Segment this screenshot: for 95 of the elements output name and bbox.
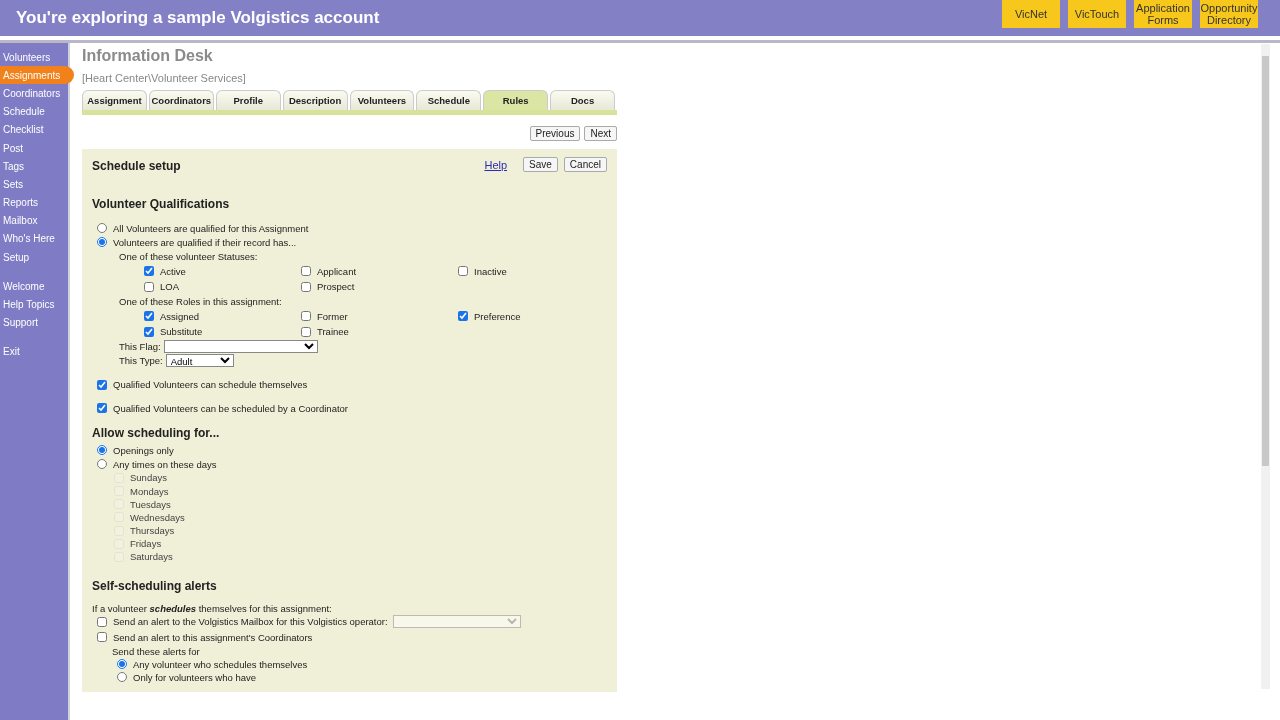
action-button[interactable]: Save <box>523 157 558 172</box>
checkbox[interactable] <box>144 326 154 337</box>
checkbox-label: Former <box>317 310 348 322</box>
sidebar-item[interactable]: Support <box>0 313 68 332</box>
sidebar-item[interactable]: Reports <box>0 193 68 212</box>
checkbox-label: Sundays <box>130 472 167 484</box>
checkbox-label: Preference <box>474 310 521 322</box>
tab[interactable]: Volunteers <box>349 90 415 110</box>
action-button[interactable]: Cancel <box>563 157 607 172</box>
scrollbar[interactable] <box>1261 44 1270 689</box>
checkbox-label: Tuesdays <box>130 498 171 510</box>
tab[interactable]: Profile <box>215 90 281 110</box>
nav-button[interactable]: Next <box>584 126 617 141</box>
header-title: You're exploring a sample Volgistics account <box>16 8 380 28</box>
dropdown[interactable] <box>163 339 318 353</box>
checkbox[interactable] <box>458 266 468 277</box>
tab[interactable]: Docs <box>550 90 615 110</box>
sidebar-item[interactable]: Schedule <box>0 102 68 121</box>
checkbox[interactable] <box>301 281 311 292</box>
checkbox[interactable] <box>97 403 107 414</box>
checkbox-label: Trainee <box>317 326 349 338</box>
breadcrumb: [Heart Center\Volunteer Services] <box>82 72 247 84</box>
field-label: This Type: <box>119 355 163 366</box>
checkbox[interactable] <box>97 379 107 390</box>
radio-button[interactable] <box>97 445 107 456</box>
sidebar-item[interactable]: Mailbox <box>0 211 68 230</box>
radio-label: Volunteers are qualified if their record has... <box>113 236 297 248</box>
checkbox-label: Applicant <box>317 265 357 277</box>
group-label: Send these alerts for <box>112 645 200 657</box>
checkbox-label: Qualified Volunteers can schedule themselves <box>113 379 308 391</box>
header-link[interactable]: VicTouch <box>1068 0 1126 28</box>
radio-label: Any volunteer who schedules themselves <box>133 658 308 670</box>
checkbox[interactable] <box>301 311 311 322</box>
header-link[interactable]: Opportunity Directory <box>1200 0 1258 28</box>
panel-title: Schedule setup <box>92 159 181 173</box>
radio-button[interactable] <box>97 459 107 470</box>
sidebar-item[interactable]: Exit <box>0 342 68 361</box>
checkbox-label: Fridays <box>130 538 162 550</box>
radio-label: Any times on these days <box>113 458 217 470</box>
nav-button[interactable]: Previous <box>529 126 581 141</box>
tab[interactable]: Description <box>282 90 348 110</box>
checkbox-label: Mondays <box>130 485 169 497</box>
checkbox[interactable] <box>301 326 311 337</box>
checkbox[interactable] <box>97 632 107 642</box>
checkbox-label: LOA <box>160 281 179 293</box>
checkbox[interactable] <box>144 311 154 322</box>
dropdown[interactable]: Adult <box>165 354 234 367</box>
checkbox-label: Send an alert to this assignment's Coordinators <box>113 631 313 643</box>
section-heading: Allow scheduling for... <box>92 426 221 441</box>
checkbox[interactable] <box>301 266 311 277</box>
sidebar-item[interactable]: Tags <box>0 157 68 176</box>
group-label: One of these volunteer Statuses: <box>119 250 258 262</box>
radio-label: Openings only <box>113 444 174 456</box>
sidebar-item[interactable]: Coordinators <box>0 84 68 103</box>
sidebar-item[interactable]: Volunteers <box>0 48 68 67</box>
checkbox[interactable] <box>458 311 468 322</box>
help-link[interactable]: Help <box>484 158 508 171</box>
checkbox-label: Active <box>160 265 186 277</box>
group-label: One of these Roles in this assignment: <box>119 295 282 307</box>
checkbox-label: Assigned <box>160 310 200 322</box>
instruction-text: If a volunteer schedules themselves for this assignment: <box>92 603 333 615</box>
sidebar-item[interactable]: Post <box>0 138 68 158</box>
checkbox[interactable] <box>97 616 107 627</box>
sidebar-item[interactable]: Welcome <box>0 277 68 296</box>
sidebar-item[interactable]: Setup <box>0 248 68 267</box>
radio-label: Only for volunteers who have <box>133 671 257 683</box>
tab[interactable]: Assignment <box>82 90 147 110</box>
page-title: Information Desk <box>82 47 214 65</box>
field-label: This Flag: <box>119 340 161 352</box>
sidebar-item[interactable]: Help Topics <box>0 295 68 314</box>
header-link[interactable]: VicNet <box>1002 0 1060 28</box>
checkbox-label: Substitute <box>160 326 203 338</box>
checkbox-label: Thursdays <box>130 525 175 537</box>
checkbox[interactable] <box>144 266 154 277</box>
section-heading: Self-scheduling alerts <box>92 579 218 594</box>
sidebar-item[interactable]: Checklist <box>0 120 68 139</box>
sidebar-item[interactable]: Sets <box>0 175 68 194</box>
checkbox-label: Saturdays <box>130 551 173 563</box>
header-link[interactable]: Application Forms <box>1134 0 1192 28</box>
tab[interactable]: Coordinators <box>148 90 214 110</box>
radio-button[interactable] <box>117 672 127 683</box>
checkbox-label: Send an alert to the Volgistics Mailbox for this Volgistics operator: <box>113 616 388 628</box>
checkbox-label: Inactive <box>474 265 507 277</box>
section-heading: Volunteer Qualifications <box>92 197 231 211</box>
radio-button[interactable] <box>97 223 107 234</box>
radio-button[interactable] <box>97 237 107 248</box>
checkbox[interactable] <box>144 281 154 292</box>
checkbox-label: Qualified Volunteers can be scheduled by a Coordinator <box>113 402 348 414</box>
sidebar-item[interactable]: Who's Here <box>0 229 68 249</box>
checkbox-label: Prospect <box>317 281 355 293</box>
tab[interactable]: Rules <box>483 90 549 110</box>
radio-label: All Volunteers are qualified for this Assignment <box>113 222 309 234</box>
checkbox-label: Wednesdays <box>130 511 185 523</box>
tab[interactable]: Schedule <box>416 90 482 110</box>
radio-button[interactable] <box>117 659 127 670</box>
